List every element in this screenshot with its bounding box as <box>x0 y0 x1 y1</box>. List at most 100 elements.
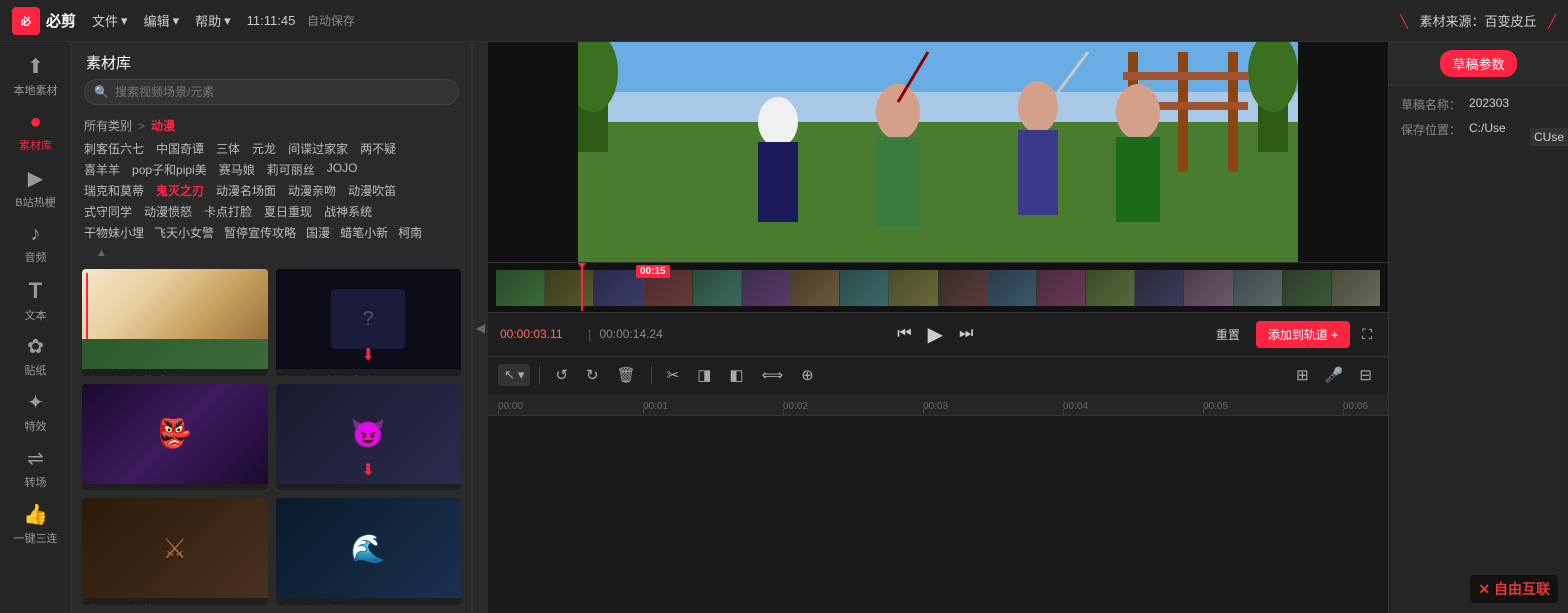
draft-params-button[interactable]: 草稿参数 <box>1440 50 1516 77</box>
video-card-2[interactable]: ? ⬇ 鬼灭之刃郭篇-炭治... <box>276 269 462 376</box>
tag-item[interactable]: 动漫吹笛 <box>348 182 396 199</box>
download-icon-2[interactable]: ⬇ <box>362 345 375 365</box>
expand-button[interactable]: ▲ <box>84 247 119 259</box>
split-right-button[interactable]: ◧ <box>723 362 749 388</box>
search-icon: 🔍 <box>94 85 109 99</box>
logo-icon: 必 <box>12 7 40 35</box>
tag-item[interactable]: pop子和pipi美 <box>132 161 207 178</box>
video-card-5[interactable]: ⚔ 鬼灭之刃郭篇... <box>82 498 268 605</box>
tag-item[interactable]: 瑞克和莫蒂 <box>84 182 144 199</box>
timecode-total: 00:00:14.24 <box>599 327 662 341</box>
right-tool-1[interactable]: ⊞ <box>1290 362 1315 388</box>
video-card-6[interactable]: 🌊 鬼灭之刃郭篇... <box>276 498 462 605</box>
tag-item[interactable]: 动漫亲吻 <box>288 182 336 199</box>
sidebar-item-sticker[interactable]: ✿ 贴纸 <box>6 330 66 382</box>
panel-title: 素材库 <box>72 42 471 79</box>
tag-item[interactable]: 赛马娘 <box>219 161 255 178</box>
tag-item[interactable]: 式守同学 <box>84 203 132 220</box>
decorative-slash-right: ╱ <box>1548 14 1556 29</box>
video-card-1[interactable]: 鬼灭之刃郭篇-炭治... <box>82 269 268 376</box>
sidebar-item-effects[interactable]: ✦ 特效 <box>6 386 66 438</box>
sidebar-item-text[interactable]: T 文本 <box>6 274 66 326</box>
undo-button[interactable]: ↺ <box>549 362 574 388</box>
category-active[interactable]: 动漫 <box>151 117 175 134</box>
tag-item[interactable]: JOJO <box>327 161 358 178</box>
tags-row-4: 式守同学 动漫愤怒 卡点打脸 夏日重现 战神系统 <box>72 201 471 222</box>
ruler-mark-1: 00:01 <box>643 401 668 412</box>
ruler-mark-3: 00:03 <box>923 401 948 412</box>
sidebar-item-material[interactable]: ● 素材库 <box>6 106 66 158</box>
tool-bar: ↖ ▾ ↺ ↻ 🗑 ✂ ◨ ◧ ⟺ ⊕ ⊞ 🎤 ⊟ <box>488 356 1388 394</box>
tag-highlight[interactable]: 鬼灭之刃 <box>156 182 204 199</box>
skip-prev-button[interactable]: ⏮ <box>893 321 915 347</box>
save-path-value: C:/Use <box>1469 121 1506 135</box>
add-track-button[interactable]: 添加到轨道 + <box>1256 321 1350 348</box>
tag-item[interactable]: 卡点打脸 <box>204 203 252 220</box>
video-card-3[interactable]: 👺 鬼灭之刃郭篇-瑞竞... <box>82 384 268 491</box>
timeline-strip[interactable]: 00:15 <box>488 262 1388 312</box>
search-input[interactable] <box>84 79 459 105</box>
tag-item[interactable]: 两不疑 <box>360 140 396 157</box>
tag-item[interactable]: 莉可丽丝 <box>267 161 315 178</box>
tag-item[interactable]: 动漫名场面 <box>216 182 276 199</box>
tag-item[interactable]: 元龙 <box>252 140 276 157</box>
snap-button[interactable]: ⊕ <box>795 362 820 388</box>
right-tool-2[interactable]: ⊟ <box>1353 362 1378 388</box>
cuse-label: CUse <box>1530 128 1568 146</box>
mirror-button[interactable]: ⟺ <box>756 362 790 388</box>
skip-next-button[interactable]: ⏭ <box>955 321 977 347</box>
bilibili-icon: ▶ <box>28 166 43 191</box>
timeline-tracks[interactable] <box>488 416 1388 613</box>
play-button[interactable]: ▶ <box>924 318 947 351</box>
search-bar: 🔍 <box>84 79 459 105</box>
fullscreen-button[interactable]: ⛶ <box>1358 322 1376 347</box>
transition-icon: ⇌ <box>27 446 44 471</box>
tag-item[interactable]: 刺客伍六七 <box>84 140 144 157</box>
draft-name-label: 草稿名称： <box>1401 96 1461 113</box>
tag-item[interactable]: 夏日重现 <box>264 203 312 220</box>
right-tools: ⊞ 🎤 ⊟ <box>1290 362 1378 388</box>
tag-item[interactable]: 战神系统 <box>324 203 372 220</box>
split-left-button[interactable]: ◨ <box>691 362 717 388</box>
panel-collapse-btn[interactable]: ◀ <box>472 42 488 613</box>
tag-item[interactable]: 国漫 <box>306 224 330 241</box>
controls-bar: 00:00:03.11 | 00:00:14.24 ⏮ ▶ ⏭ 重置 添加到轨道… <box>488 312 1388 356</box>
video-card-4[interactable]: 😈 ⬇ 鬼灭之刃郭篇-无惨... <box>276 384 462 491</box>
tag-item[interactable]: 间谍过家家 <box>288 140 348 157</box>
video-grid: 鬼灭之刃郭篇-炭治... ? ⬇ 鬼灭之刃郭篇-炭治... 👺 鬼灭之刃郭篇-瑞… <box>72 261 471 613</box>
main-layout: ⬆ 本地素材 ● 素材库 ▶ B站热梗 ♪ 音频 T 文本 ✿ 贴纸 ✦ 特效 … <box>0 42 1568 613</box>
audio-icon: ♪ <box>31 223 41 246</box>
timecode-current: 00:00:03.11 <box>500 327 580 341</box>
cut-button[interactable]: ✂ <box>661 362 686 388</box>
category-all[interactable]: 所有类别 <box>84 117 132 134</box>
tag-item[interactable]: 柯南 <box>398 224 422 241</box>
download-icon-4[interactable]: ⬇ <box>362 460 375 480</box>
right-tool-mic[interactable]: 🎤 <box>1319 362 1350 388</box>
tag-item[interactable]: 飞天小女警 <box>154 224 214 241</box>
menu-edit[interactable]: 编辑 ▾ <box>144 11 180 30</box>
save-path-label: 保存位置： <box>1401 121 1461 138</box>
sidebar-item-audio[interactable]: ♪ 音频 <box>6 218 66 270</box>
timeline-strip-inner: 00:15 <box>496 270 1380 306</box>
tag-item[interactable]: 蜡笔小新 <box>340 224 388 241</box>
tag-item[interactable]: 暂停宣传攻略 <box>224 224 296 241</box>
sidebar-item-bilibili[interactable]: ▶ B站热梗 <box>6 162 66 214</box>
timeline-playhead[interactable]: 00:15 <box>581 265 583 311</box>
tag-item[interactable]: 中国奇谭 <box>156 140 204 157</box>
select-tool-dropdown[interactable]: ↖ ▾ <box>498 364 530 386</box>
redo-button[interactable]: ↻ <box>580 362 605 388</box>
sidebar-item-transition[interactable]: ⇌ 转场 <box>6 442 66 494</box>
tag-item[interactable]: 喜羊羊 <box>84 161 120 178</box>
tag-item[interactable]: 干物妹小埋 <box>84 224 144 241</box>
ruler-mark-5: 00:05 <box>1203 401 1228 412</box>
sidebar-item-onekey[interactable]: 👍 一键三连 <box>6 498 66 550</box>
timeline-ruler-area: 00:00 00:01 00:02 00:03 00:04 00:05 00:0… <box>488 394 1388 613</box>
tag-item[interactable]: 三体 <box>216 140 240 157</box>
reset-button[interactable]: 重置 <box>1208 322 1248 347</box>
tag-item[interactable]: 动漫愤怒 <box>144 203 192 220</box>
sidebar-item-local[interactable]: ⬆ 本地素材 <box>6 50 66 102</box>
menu-file[interactable]: 文件 ▾ <box>92 11 128 30</box>
delete-button[interactable]: 🗑 <box>611 362 642 388</box>
sidebar: ⬆ 本地素材 ● 素材库 ▶ B站热梗 ♪ 音频 T 文本 ✿ 贴纸 ✦ 特效 … <box>0 42 72 613</box>
menu-help[interactable]: 帮助 ▾ <box>195 11 231 30</box>
